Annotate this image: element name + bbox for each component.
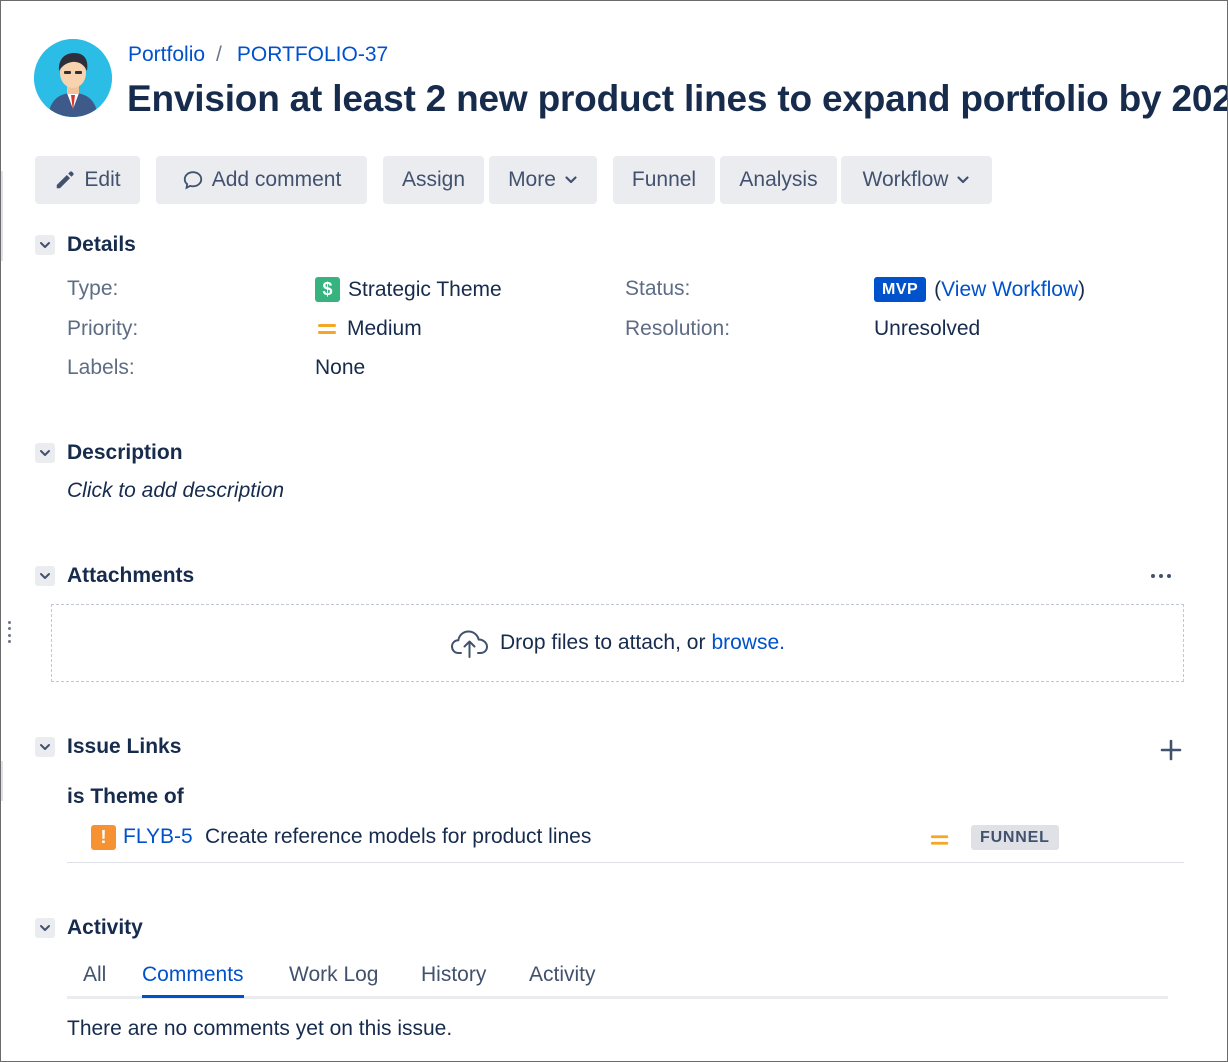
strategic-theme-icon: $ bbox=[315, 277, 340, 302]
section-collapse-chevron-icon[interactable] bbox=[35, 235, 55, 255]
attachments-heading: Attachments bbox=[67, 564, 195, 587]
tab-work-log[interactable]: Work Log bbox=[289, 963, 379, 987]
priority-label: Priority: bbox=[67, 317, 139, 340]
type-value[interactable]: $ Strategic Theme bbox=[315, 277, 502, 302]
edit-button[interactable]: Edit bbox=[35, 156, 140, 204]
breadcrumb: Portfolio / PORTFOLIO-37 bbox=[128, 41, 388, 69]
funnel-button-label: Funnel bbox=[631, 168, 697, 191]
section-collapse-chevron-icon[interactable] bbox=[35, 737, 55, 757]
issue-links-heading: Issue Links bbox=[67, 735, 182, 758]
workflow-button[interactable]: Workflow bbox=[841, 156, 992, 204]
description-placeholder[interactable]: Click to add description bbox=[67, 479, 284, 503]
tab-all[interactable]: All bbox=[83, 963, 106, 987]
linked-issue-key-link[interactable]: FLYB-5 bbox=[123, 825, 193, 849]
left-edge-marker bbox=[1, 761, 3, 801]
activity-tabs: All Comments Work Log History Activity bbox=[67, 959, 1168, 999]
analysis-button[interactable]: Analysis bbox=[720, 156, 837, 204]
browse-link[interactable]: browse. bbox=[711, 631, 785, 655]
linked-issue-row[interactable]: ! FLYB-5 Create reference models for pro… bbox=[67, 819, 1184, 863]
more-button-label: More bbox=[508, 168, 556, 191]
edit-button-label: Edit bbox=[84, 168, 121, 191]
tab-activity[interactable]: Activity bbox=[529, 963, 596, 987]
issue-title[interactable]: Envision at least 2 new product lines to… bbox=[127, 73, 1227, 125]
priority-medium-icon bbox=[930, 835, 949, 845]
linked-issue-summary: Create reference models for product line… bbox=[205, 825, 592, 848]
activity-heading: Activity bbox=[67, 916, 143, 939]
assign-button[interactable]: Assign bbox=[383, 156, 484, 204]
avatar-person-icon bbox=[34, 39, 112, 117]
breadcrumb-issue-key-link[interactable]: PORTFOLIO-37 bbox=[237, 43, 388, 67]
chevron-down-icon bbox=[957, 176, 970, 184]
cloud-upload-icon bbox=[451, 630, 489, 658]
pencil-icon bbox=[57, 171, 75, 189]
attachment-dropzone[interactable]: Drop files to attach, or browse. bbox=[51, 604, 1184, 682]
section-collapse-chevron-icon[interactable] bbox=[35, 918, 55, 938]
section-collapse-chevron-icon[interactable] bbox=[35, 566, 55, 586]
issue-view: Portfolio / PORTFOLIO-37 Envision at lea… bbox=[0, 0, 1228, 1062]
project-avatar bbox=[34, 39, 112, 117]
link-group-heading: is Theme of bbox=[67, 785, 184, 808]
type-value-text: Strategic Theme bbox=[348, 277, 502, 301]
details-section-header[interactable]: Details bbox=[35, 230, 136, 260]
view-workflow-open-paren: ( bbox=[934, 277, 942, 301]
priority-value[interactable]: Medium bbox=[315, 317, 422, 341]
view-workflow-link[interactable]: View Workflow bbox=[941, 278, 1078, 302]
more-button[interactable]: More bbox=[489, 156, 597, 204]
resolution-value-text: Unresolved bbox=[874, 317, 981, 340]
activity-section-header[interactable]: Activity bbox=[35, 913, 143, 943]
resolution-value: Unresolved bbox=[874, 317, 980, 341]
analysis-button-label: Analysis bbox=[739, 168, 818, 191]
left-edge-marker bbox=[1, 171, 3, 261]
tab-comments[interactable]: Comments bbox=[142, 963, 244, 998]
type-label: Type: bbox=[67, 277, 119, 300]
funnel-button[interactable]: Funnel bbox=[613, 156, 715, 204]
view-workflow-close-paren: ) bbox=[1078, 277, 1086, 301]
add-link-plus-icon[interactable] bbox=[1158, 737, 1184, 763]
status-badge[interactable]: MVP bbox=[874, 277, 927, 302]
labels-label: Labels: bbox=[67, 356, 135, 379]
labels-value[interactable]: None bbox=[315, 356, 365, 380]
labels-value-text: None bbox=[315, 356, 366, 379]
assign-button-label: Assign bbox=[401, 168, 466, 191]
issue-links-section-header[interactable]: Issue Links bbox=[35, 732, 181, 762]
section-collapse-chevron-icon[interactable] bbox=[35, 443, 55, 463]
breadcrumb-project-link[interactable]: Portfolio bbox=[128, 43, 205, 67]
description-section-header[interactable]: Description bbox=[35, 438, 183, 468]
resize-handle-icon[interactable] bbox=[7, 621, 11, 643]
add-comment-button-label: Add comment bbox=[211, 168, 342, 191]
status-label: Status: bbox=[625, 277, 691, 300]
status-value: MVP (View Workflow) bbox=[874, 277, 1085, 302]
dropzone-text: Drop files to attach, or bbox=[500, 631, 706, 654]
attachments-section-header[interactable]: Attachments bbox=[35, 561, 194, 591]
no-comments-message: There are no comments yet on this issue. bbox=[67, 1017, 453, 1040]
issue-type-exclamation-icon: ! bbox=[91, 825, 116, 850]
chevron-down-icon bbox=[565, 176, 577, 184]
comment-icon bbox=[183, 171, 202, 190]
tab-history[interactable]: History bbox=[421, 963, 486, 987]
breadcrumb-separator: / bbox=[216, 43, 222, 66]
details-heading: Details bbox=[67, 233, 136, 256]
priority-medium-icon bbox=[318, 324, 336, 334]
resolution-label: Resolution: bbox=[625, 317, 731, 340]
add-comment-button[interactable]: Add comment bbox=[156, 156, 367, 204]
priority-value-text: Medium bbox=[347, 317, 422, 340]
workflow-button-label: Workflow bbox=[862, 168, 949, 191]
description-heading: Description bbox=[67, 441, 183, 464]
linked-issue-status-badge: FUNNEL bbox=[971, 825, 1059, 850]
attachments-more-icon[interactable] bbox=[1151, 567, 1171, 585]
